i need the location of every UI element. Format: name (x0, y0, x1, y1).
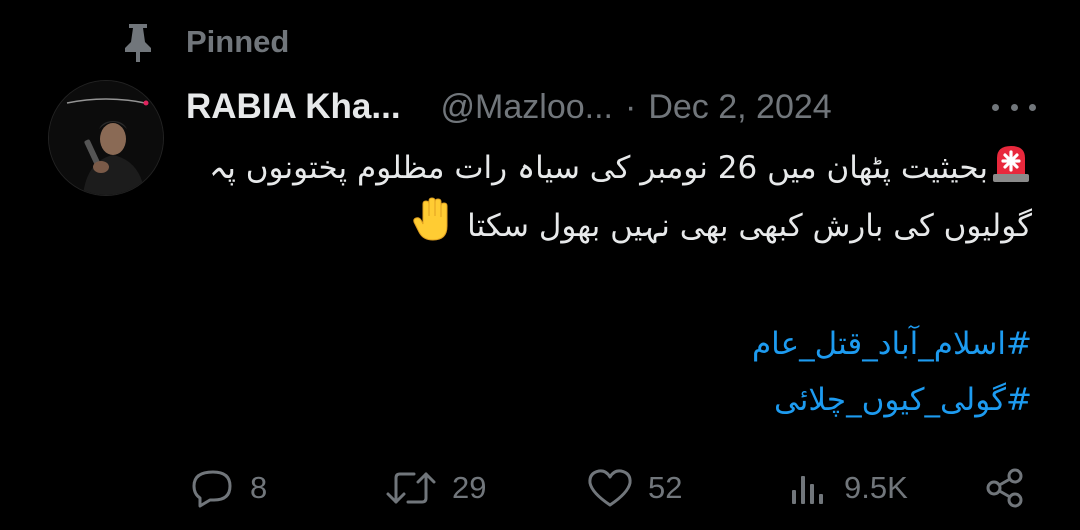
tweet-text: بحیثیت پٹھان میں 26 نومبر کی سیاہ رات مظ… (186, 140, 1032, 254)
reply-icon (192, 470, 232, 508)
author-handle[interactable]: @Mazloo... (441, 88, 613, 127)
view-count: 9.5K (844, 470, 908, 505)
analytics-icon (792, 476, 823, 504)
like-button[interactable]: 52 (586, 460, 682, 516)
rotating-light-emoji (990, 142, 1032, 184)
hashtag-link[interactable]: #گولی_کیوں_چلائی (186, 372, 1032, 428)
like-count: 52 (648, 470, 683, 505)
pinned-label: Pinned (186, 24, 290, 59)
reply-button[interactable]: 8 (190, 460, 267, 516)
separator-dot: · (625, 87, 637, 126)
author-display-name[interactable]: RABIA Kha... (186, 87, 401, 127)
action-bar: 8 29 52 9.5K (186, 460, 1036, 516)
hashtag-list: #اسلام_آباد_قتل_عام #گولی_کیوں_چلائی (186, 316, 1032, 428)
repost-count: 29 (452, 470, 487, 505)
avatar[interactable] (48, 80, 164, 196)
repost-button[interactable]: 29 (384, 460, 486, 516)
tweet-text-content: بحیثیت پٹھان میں 26 نومبر کی سیاہ رات مظ… (209, 150, 1032, 244)
repost-icon (386, 472, 436, 504)
share-icon (986, 468, 1023, 508)
pinned-indicator: Pinned (120, 22, 289, 62)
post-date[interactable]: Dec 2, 2024 (648, 88, 831, 127)
hashtag-link[interactable]: #اسلام_آباد_قتل_عام (186, 316, 1032, 372)
pin-icon (120, 22, 156, 62)
more-options-icon[interactable] (992, 90, 1036, 124)
heart-icon (588, 469, 632, 507)
reply-count: 8 (250, 470, 268, 505)
raised-hand-emoji (411, 196, 457, 244)
share-button[interactable] (982, 460, 1028, 516)
post-header: RABIA Kha... @Mazloo... · Dec 2, 2024 (186, 80, 1036, 134)
views-button[interactable]: 9.5K (786, 460, 908, 516)
